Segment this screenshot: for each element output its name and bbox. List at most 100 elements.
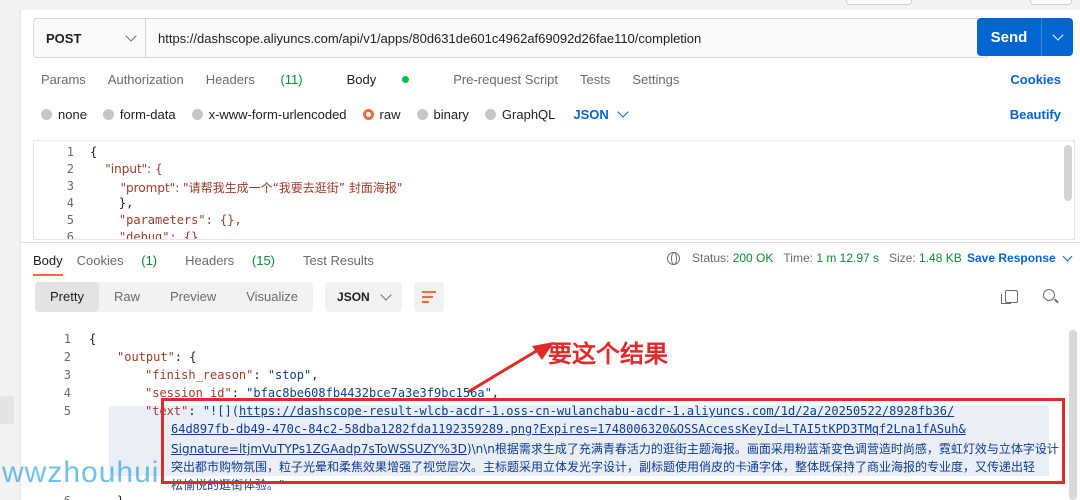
chevron-down-icon <box>125 30 137 42</box>
tab-prerequest[interactable]: Pre-request Script <box>453 72 558 87</box>
radio-raw[interactable]: raw <box>362 107 401 122</box>
body-format-select[interactable]: JSON <box>573 106 629 122</box>
send-button[interactable]: Send <box>977 18 1073 56</box>
top-control[interactable] <box>846 0 912 5</box>
tab-headers[interactable]: Headers (11) <box>206 72 325 87</box>
cookies-link[interactable]: Cookies <box>1010 72 1061 87</box>
json-key: "output" <box>117 350 175 364</box>
tab-body-label: Body <box>346 71 377 87</box>
json-punct: : { <box>174 350 197 364</box>
highlight-box <box>161 398 1065 484</box>
sidebar-handle[interactable] <box>0 396 14 424</box>
tab-settings[interactable]: Settings <box>632 72 679 87</box>
top-control[interactable] <box>1030 0 1072 5</box>
response-format-select[interactable]: JSON <box>325 282 402 312</box>
wrap-icon <box>421 301 429 303</box>
cookies-count: (1) <box>141 252 158 268</box>
view-pretty[interactable]: Pretty <box>35 282 99 312</box>
view-preview[interactable]: Preview <box>155 282 231 312</box>
size-label: Size: <box>889 251 916 265</box>
line-number: 3 <box>66 179 74 193</box>
time-value[interactable]: 1 m 12.97 s <box>816 251 879 265</box>
response-tabs: Body Cookies (1) Headers (15) Test Resul… <box>33 248 388 276</box>
tab-params[interactable]: Params <box>41 72 86 87</box>
radio-form-data[interactable]: form-data <box>102 106 176 122</box>
pane-divider[interactable] <box>21 242 1080 243</box>
resp-tab-headers[interactable]: Headers (15) <box>185 253 289 268</box>
code-line: "prompt": "请帮我生成一个“我要去逛街” 封面海报" <box>90 181 403 195</box>
radio-label: x-www-form-urlencoded <box>208 106 347 122</box>
tab-body[interactable]: Body <box>347 72 432 87</box>
search-icon[interactable] <box>1043 289 1055 301</box>
request-tabs: Params Authorization Headers (11) Body P… <box>41 68 1061 90</box>
request-panel: POST https://dashscope.aliyuncs.com/api/… <box>20 10 1080 500</box>
tab-authorization[interactable]: Authorization <box>108 72 184 87</box>
line-number: 2 <box>63 350 71 364</box>
send-label: Send <box>990 28 1028 46</box>
view-raw[interactable]: Raw <box>99 282 155 312</box>
annotation-arrow-icon <box>467 342 554 394</box>
body-options: none form-data x-www-form-urlencoded raw… <box>41 104 629 124</box>
radio-binary[interactable]: binary <box>416 106 469 122</box>
radio-icon <box>191 108 203 120</box>
radio-label: GraphQL <box>501 106 556 122</box>
status-value[interactable]: 200 OK <box>733 251 774 265</box>
editor-scrollbar[interactable] <box>1064 145 1072 201</box>
method-label: POST <box>46 30 82 46</box>
tab-tests[interactable]: Tests <box>580 72 610 87</box>
left-gutter <box>0 0 20 500</box>
line-number: 2 <box>66 162 74 176</box>
size-value[interactable]: 1.48 KB <box>919 251 962 265</box>
status-label: Status: <box>692 251 730 265</box>
line-number: 5 <box>66 213 74 227</box>
line-number: 5 <box>63 404 71 418</box>
wrap-icon <box>421 296 433 298</box>
radio-urlencoded[interactable]: x-www-form-urlencoded <box>191 106 347 122</box>
beautify-button[interactable]: Beautify <box>1010 107 1061 122</box>
view-mode-switch: Pretty Raw Preview Visualize <box>35 282 314 312</box>
resp-tab-cookies-label: Cookies <box>76 252 124 268</box>
chevron-down-icon <box>1062 251 1073 261</box>
chevron-down-icon <box>380 289 392 301</box>
url-input[interactable]: https://dashscope.aliyuncs.com/api/v1/ap… <box>146 31 701 46</box>
code-line: }, <box>117 494 131 500</box>
line-number: 3 <box>63 368 71 382</box>
active-tab-underline <box>33 274 63 276</box>
radio-selected-icon <box>362 108 374 120</box>
json-key: "finish_reason" <box>145 368 254 382</box>
resp-tab-cookies[interactable]: Cookies (1) <box>77 253 171 268</box>
radio-none[interactable]: none <box>41 107 87 122</box>
format-label: JSON <box>337 290 370 304</box>
response-status: Status: 200 OK Time: 1 m 12.97 s Size: 1… <box>667 251 962 265</box>
radio-icon <box>484 108 496 120</box>
radio-icon <box>416 108 428 120</box>
request-body-editor[interactable]: 1 2 3 4 5 6 { "input": { "prompt": "请帮我生… <box>33 140 1075 240</box>
time-label: Time: <box>783 251 813 265</box>
chevron-down-icon <box>617 106 629 118</box>
annotation-text: 要这个结果 <box>548 340 668 368</box>
line-number: 1 <box>63 332 71 346</box>
code-line: "finish_reason": "stop", <box>145 368 319 382</box>
radio-icon <box>41 108 52 120</box>
response-scrollbar[interactable] <box>1069 330 1077 500</box>
resp-tab-body[interactable]: Body <box>33 253 63 268</box>
line-number: 6 <box>31 494 71 500</box>
globe-icon[interactable] <box>667 251 680 265</box>
save-response-button[interactable]: Save Response <box>967 251 1073 265</box>
headers-count: (11) <box>280 71 303 87</box>
wrap-lines-button[interactable] <box>413 282 444 312</box>
radio-label: form-data <box>119 106 176 122</box>
radio-label: binary <box>433 106 469 122</box>
code-line: "debug": {} <box>90 230 199 240</box>
active-dot-icon <box>402 75 410 83</box>
line-number: 4 <box>63 386 71 400</box>
send-dropdown[interactable] <box>1042 29 1073 41</box>
radio-icon <box>102 108 114 120</box>
code-line: "parameters": {}, <box>90 213 242 227</box>
radio-graphql[interactable]: GraphQL <box>484 106 556 122</box>
resp-tab-test-results[interactable]: Test Results <box>303 253 374 268</box>
copy-icon[interactable] <box>1001 290 1018 304</box>
method-select[interactable]: POST <box>34 19 146 57</box>
line-number: 4 <box>66 196 74 210</box>
view-visualize[interactable]: Visualize <box>231 282 313 312</box>
